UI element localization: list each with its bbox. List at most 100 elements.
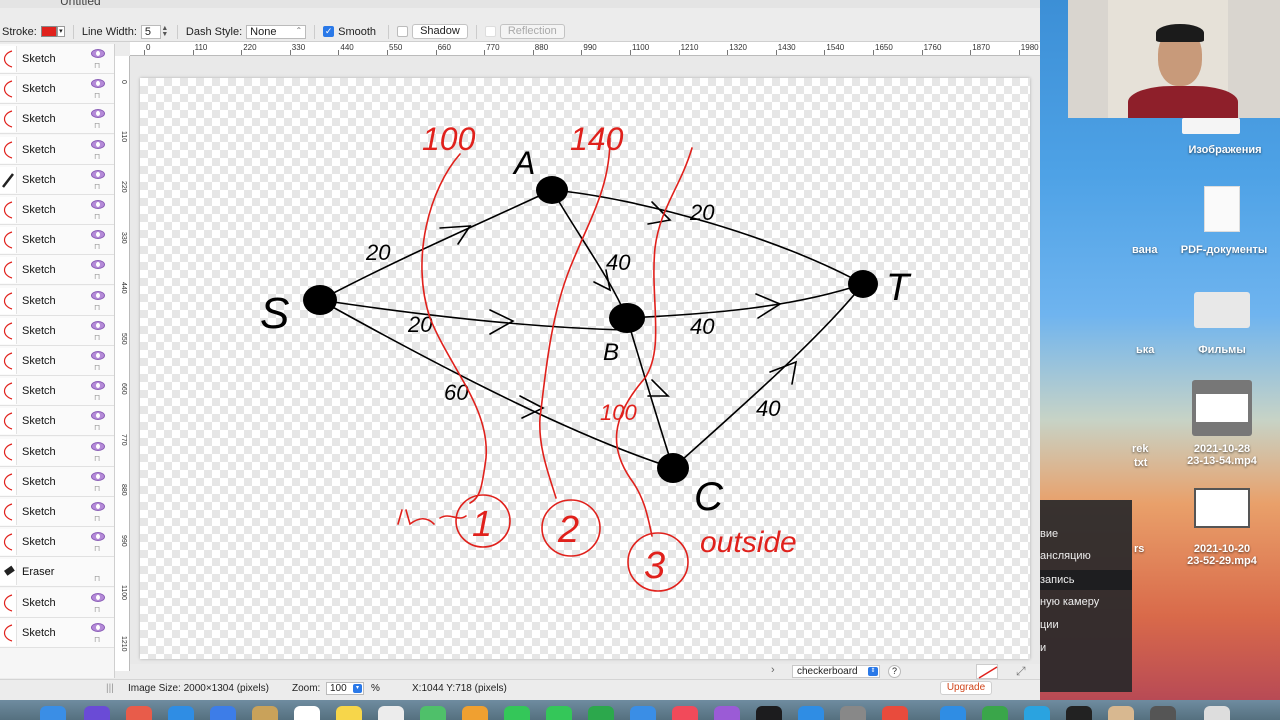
visibility-eye-icon[interactable]	[91, 592, 105, 602]
menu-item[interactable]: вие	[1040, 528, 1058, 540]
desktop-label-video-2[interactable]: 2021-10-20 23-52-29.mp4	[1172, 543, 1272, 567]
upgrade-button[interactable]: Upgrade	[940, 681, 992, 695]
lock-icon[interactable]: ⊓	[94, 515, 100, 523]
lock-icon[interactable]: ⊓	[94, 122, 100, 130]
visibility-eye-icon[interactable]	[91, 351, 105, 360]
layer-row[interactable]: Sketch ⊓	[0, 225, 114, 256]
lock-icon[interactable]: ⊓	[94, 454, 100, 463]
video-file-icon[interactable]	[1192, 380, 1252, 436]
layer-row[interactable]: Eraser ⊓	[0, 557, 114, 588]
mail-icon[interactable]	[210, 706, 236, 720]
lock-icon[interactable]: ⊓	[94, 635, 100, 644]
drawing-canvas[interactable]: S A B C T 20 20 60 40 20 40 40 100 140 1…	[140, 78, 1030, 659]
shadow-button[interactable]: Shadow	[412, 24, 468, 39]
visibility-eye-icon[interactable]	[91, 381, 105, 391]
facetime-icon[interactable]	[504, 706, 530, 720]
visibility-eye-icon[interactable]	[91, 532, 105, 542]
lock-icon[interactable]: ⊓	[94, 92, 100, 100]
app-icon[interactable]	[1108, 706, 1134, 720]
lock-icon[interactable]: ⊓	[94, 243, 100, 251]
visibility-eye-icon[interactable]	[91, 230, 105, 240]
reminders-icon[interactable]	[378, 706, 404, 720]
menu-item-selected[interactable]: запись	[1040, 570, 1132, 590]
video-file-icon[interactable]	[1194, 488, 1250, 528]
lock-icon[interactable]: ⊓	[94, 182, 100, 191]
lock-icon[interactable]: ⊓	[94, 273, 100, 281]
chevron-right-icon[interactable]: ›	[771, 664, 775, 676]
lock-icon[interactable]: ⊓	[94, 213, 100, 221]
lock-icon[interactable]: ⊓	[94, 605, 100, 614]
layer-row[interactable]: Sketch ⊓	[0, 315, 114, 346]
contacts-icon[interactable]	[252, 706, 278, 720]
background-mode-select[interactable]: checkerboard ⇕	[792, 665, 880, 678]
layer-row[interactable]: Sketch ⊓	[0, 617, 114, 648]
layer-row[interactable]: Sketch ⊓	[0, 436, 114, 467]
zoom-app-icon[interactable]	[940, 706, 966, 720]
layer-row[interactable]: Sketch ⊓	[0, 164, 114, 195]
visibility-eye-icon[interactable]	[91, 622, 105, 632]
lock-icon[interactable]: ⊓	[94, 424, 100, 432]
photos-icon[interactable]	[462, 706, 488, 720]
menu-item[interactable]: и	[1040, 642, 1046, 654]
desktop-label-images[interactable]: Изображения	[1172, 144, 1278, 156]
layer-row[interactable]: Sketch ⊓	[0, 466, 114, 497]
lock-icon[interactable]: ⊓	[94, 545, 100, 553]
visibility-eye-icon[interactable]	[91, 441, 105, 451]
app-store-icon[interactable]	[798, 706, 824, 720]
tv-icon[interactable]	[756, 706, 782, 720]
visibility-eye-icon[interactable]	[91, 320, 105, 330]
layer-row[interactable]: Sketch ⊓	[0, 587, 114, 618]
trash-icon[interactable]	[1204, 706, 1230, 720]
layer-row[interactable]: Sketch ⊓	[0, 497, 114, 527]
visibility-eye-icon[interactable]	[91, 502, 105, 511]
keynote-icon[interactable]	[630, 706, 656, 720]
zoom-select[interactable]: 100 ▾	[326, 682, 364, 695]
lock-icon[interactable]: ⊓	[94, 394, 100, 402]
visibility-eye-icon[interactable]	[91, 411, 105, 421]
visibility-eye-icon[interactable]	[91, 471, 105, 481]
numbers-icon[interactable]	[588, 706, 614, 720]
app-icon[interactable]	[982, 706, 1008, 720]
desktop-label-movies[interactable]: Фильмы	[1182, 344, 1262, 356]
menu-item[interactable]: ансляцию	[1040, 550, 1091, 562]
visibility-eye-icon[interactable]	[91, 290, 105, 300]
dash-style-select[interactable]: None	[246, 24, 307, 39]
layer-row[interactable]: Sketch ⊓	[0, 376, 114, 407]
help-button[interactable]: ?	[888, 665, 901, 678]
resize-grip-icon[interactable]: |||	[106, 683, 114, 694]
visibility-eye-icon[interactable]	[91, 79, 105, 89]
podcasts-icon[interactable]	[714, 706, 740, 720]
layer-row[interactable]: Sketch ⊓	[0, 255, 114, 286]
calendar-icon[interactable]	[294, 706, 320, 720]
layer-row[interactable]: Sketch ⊓	[0, 195, 114, 225]
messages-icon[interactable]	[546, 706, 572, 720]
lock-icon[interactable]: ⊓	[94, 62, 100, 70]
lock-icon[interactable]: ⊓	[94, 303, 100, 312]
notes-icon[interactable]	[336, 706, 362, 720]
folder-icon[interactable]	[1182, 118, 1240, 134]
stroke-color-well[interactable]	[40, 26, 57, 37]
lock-icon[interactable]: ⊓	[94, 575, 100, 583]
fit-window-icon[interactable]: ⤢	[1016, 664, 1026, 679]
layer-row[interactable]: Sketch ⊓	[0, 285, 114, 316]
visibility-eye-icon[interactable]	[91, 139, 105, 149]
layer-row[interactable]: Sketch ⊓	[0, 527, 114, 558]
folder-icon[interactable]	[1204, 186, 1240, 232]
layer-row[interactable]: Sketch ⊓	[0, 346, 114, 376]
app-icon[interactable]	[1150, 706, 1176, 720]
maps-icon[interactable]	[420, 706, 446, 720]
visibility-eye-icon[interactable]	[91, 169, 105, 179]
visibility-eye-icon[interactable]	[91, 260, 105, 270]
obs-icon[interactable]	[1066, 706, 1092, 720]
desktop-label-pdf[interactable]: PDF-документы	[1168, 244, 1280, 256]
safari-icon[interactable]	[168, 706, 194, 720]
layer-row[interactable]: Sketch ⊓	[0, 104, 114, 135]
stroke-color-dropdown[interactable]: ▾	[56, 26, 65, 37]
desktop-label-video-1[interactable]: 2021-10-28 23-13-54.mp4	[1172, 443, 1272, 467]
telegram-icon[interactable]	[1024, 706, 1050, 720]
menu-item[interactable]: ции	[1040, 619, 1059, 631]
menu-item[interactable]: ную камеру	[1040, 596, 1099, 608]
visibility-eye-icon[interactable]	[91, 200, 105, 209]
system-preferences-icon[interactable]	[840, 706, 866, 720]
shadow-checkbox[interactable]	[397, 26, 409, 37]
